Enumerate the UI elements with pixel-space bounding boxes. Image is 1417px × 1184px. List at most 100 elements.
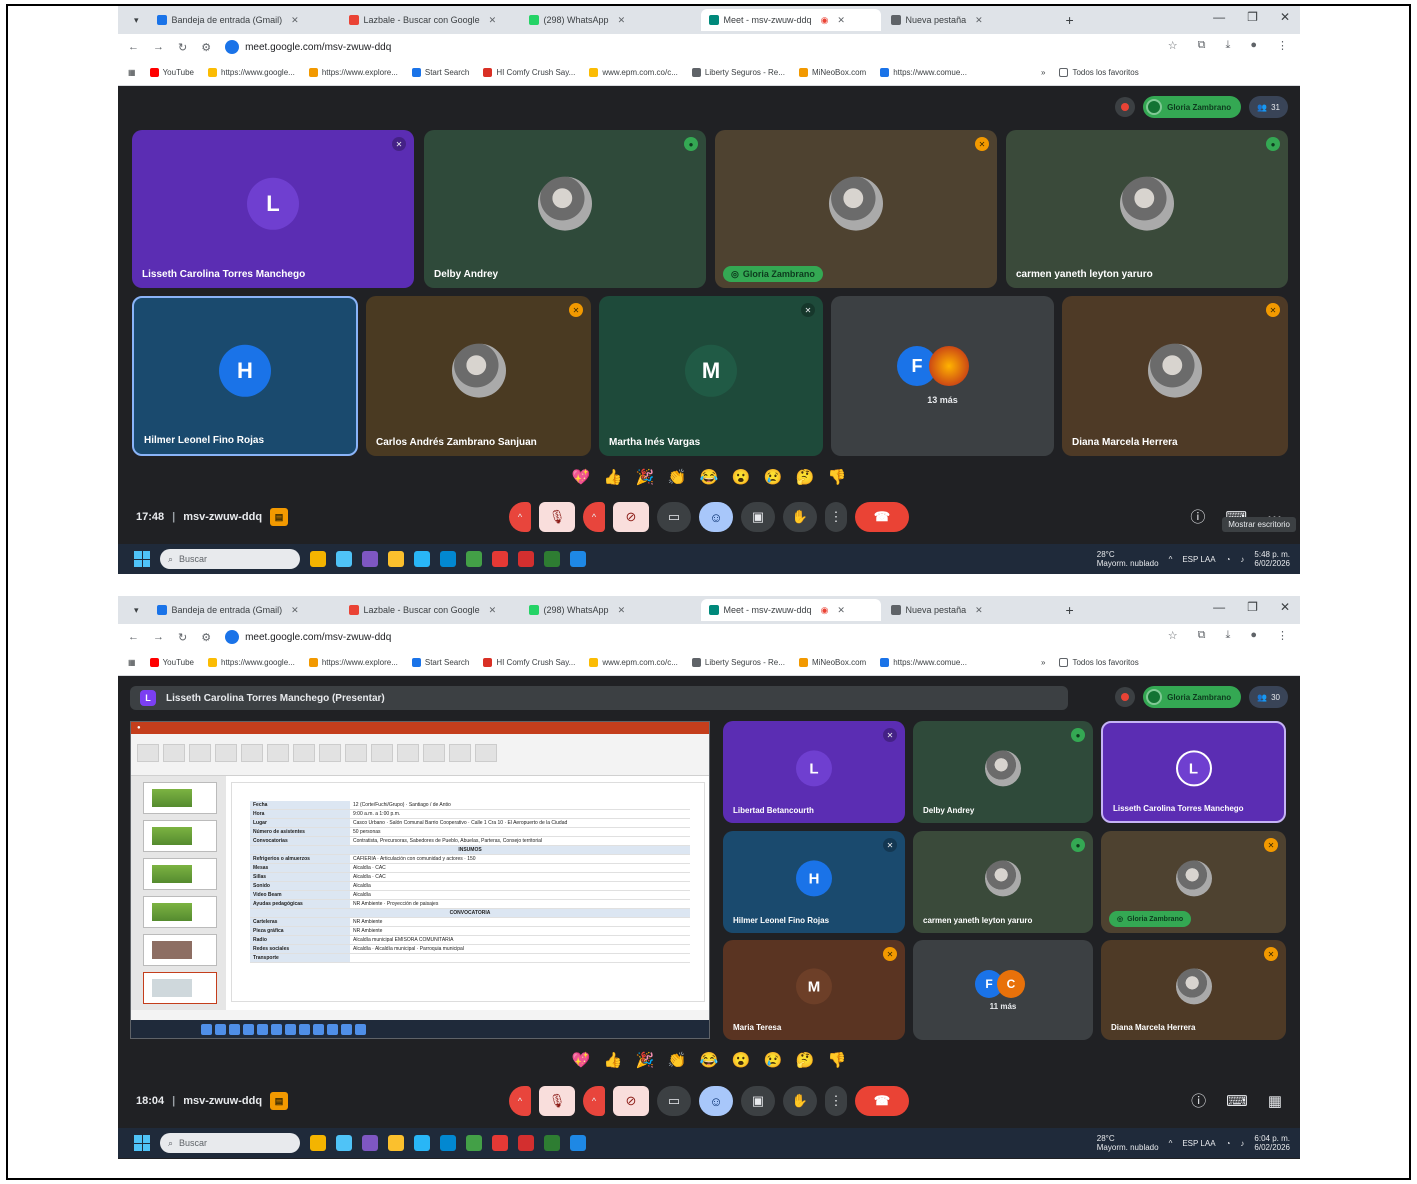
minimize-icon[interactable]: — <box>1213 10 1225 24</box>
minimize-icon[interactable]: — <box>1213 600 1225 614</box>
app-icon[interactable] <box>570 1135 586 1151</box>
app-icon[interactable] <box>570 551 586 567</box>
windows-start-icon[interactable] <box>134 551 150 567</box>
new-tab-button[interactable]: + <box>1060 12 1080 28</box>
captions-button[interactable]: ▭ <box>657 1086 691 1116</box>
bookmark[interactable]: https://www.comue... <box>880 658 967 667</box>
presenter-pill[interactable]: Gloria Zambrano <box>1143 96 1242 118</box>
participant-tile[interactable]: H Hilmer Leonel Fino Rojas <box>132 296 358 456</box>
bookmark[interactable]: https://www.google... <box>208 658 295 667</box>
bookmarks-folder[interactable]: Todos los favoritos <box>1059 658 1139 667</box>
leave-call-button[interactable]: ☎ <box>855 1086 909 1116</box>
clock[interactable]: 6:04 p. m. 6/02/2026 <box>1254 1134 1290 1152</box>
windows-start-icon[interactable] <box>134 1135 150 1151</box>
bookmark[interactable]: Liberty Seguros - Re... <box>691 68 785 77</box>
participant-tile[interactable]: ● carmen yaneth leyton yaruro <box>1006 130 1288 288</box>
bookmark[interactable]: HI Comfy Crush Say... <box>483 658 575 667</box>
app-icon[interactable] <box>414 1135 430 1151</box>
close-icon[interactable]: ✕ <box>837 15 845 26</box>
participant-tile[interactable]: ● Delby Andrey <box>913 721 1093 823</box>
bookmark[interactable]: www.epm.com.co/c... <box>589 68 678 77</box>
weather-widget[interactable]: 28°C Mayorm. nublado <box>1097 550 1159 568</box>
site-info-icon[interactable]: ⚙ <box>201 631 211 644</box>
maximize-icon[interactable]: ❐ <box>1247 10 1258 24</box>
app-icon[interactable] <box>336 1135 352 1151</box>
mic-options-button[interactable]: ^ <box>509 502 531 532</box>
edge-icon[interactable] <box>440 551 456 567</box>
close-icon[interactable]: ✕ <box>975 15 983 26</box>
bookmarks-more-icon[interactable]: » <box>1041 68 1045 77</box>
camera-options-button[interactable]: ^ <box>583 1086 605 1116</box>
slide-thumbnail[interactable] <box>143 858 217 890</box>
download-icon[interactable]: ⤓ <box>1225 39 1230 52</box>
bookmark[interactable]: HI Comfy Crush Say... <box>483 68 575 77</box>
tab-search-icon[interactable]: ▾ <box>126 599 147 621</box>
slide-thumbnail[interactable] <box>143 934 217 966</box>
people-button[interactable]: 👥 30 <box>1249 686 1288 708</box>
reaction-laugh-button[interactable]: 😂 <box>698 466 720 488</box>
new-tab-button[interactable]: + <box>1060 602 1080 618</box>
reaction-clap-button[interactable]: 👏 <box>666 466 688 488</box>
url-field[interactable]: meet.google.com/msv-zwuw-ddq <box>225 630 391 644</box>
reaction-surprised-button[interactable]: 😮 <box>730 466 752 488</box>
participant-tile[interactable]: ✕ ◎ Gloria Zambrano <box>1101 831 1286 933</box>
tab-meet[interactable]: Meet - msv-zwuw-ddq ◉ ✕ <box>700 599 881 621</box>
reaction-party-button[interactable]: 🎉 <box>634 466 656 488</box>
participant-tile[interactable]: ✕ Carlos Andrés Zambrano Sanjuan <box>366 296 591 456</box>
mic-toggle-button[interactable]: 🎙 <box>539 1086 575 1116</box>
raise-hand-button[interactable]: ✋ <box>783 502 817 532</box>
wifi-icon[interactable]: ◔ <box>1226 1139 1231 1148</box>
wifi-icon[interactable]: ◔ <box>1226 555 1231 564</box>
bookmark[interactable]: www.epm.com.co/c... <box>589 658 678 667</box>
chevron-up-icon[interactable]: ^ <box>1169 555 1173 564</box>
back-icon[interactable]: ← <box>128 41 139 53</box>
tab-google-search[interactable]: Lazbale - Buscar con Google ✕ <box>341 9 519 31</box>
reaction-clap-button[interactable]: 👏 <box>666 1049 688 1071</box>
close-window-icon[interactable]: ✕ <box>1280 10 1290 24</box>
present-button[interactable]: ▣ <box>741 1086 775 1116</box>
reaction-thinking-button[interactable]: 🤔 <box>794 466 816 488</box>
close-icon[interactable]: ✕ <box>291 605 299 616</box>
bookmark[interactable]: https://www.google... <box>208 68 295 77</box>
app-icon[interactable] <box>518 1135 534 1151</box>
language-indicator[interactable]: ESP LAA <box>1182 1139 1215 1148</box>
app-icon[interactable] <box>492 1135 508 1151</box>
slide-thumbnail[interactable] <box>143 972 217 1004</box>
star-icon[interactable]: ☆ <box>1168 39 1178 52</box>
participant-tile[interactable]: L Lisseth Carolina Torres Manchego <box>1101 721 1286 823</box>
reaction-thumbs-down-button[interactable]: 👎 <box>826 1049 848 1071</box>
app-icon[interactable] <box>544 551 560 567</box>
profile-icon[interactable]: ● <box>1250 629 1257 642</box>
reaction-heart-button[interactable]: 💖 <box>570 466 592 488</box>
raise-hand-button[interactable]: ✋ <box>783 1086 817 1116</box>
captions-icon[interactable]: ▤ <box>270 1092 289 1110</box>
reaction-heart-button[interactable]: 💖 <box>570 1049 592 1071</box>
bookmark[interactable]: Start Search <box>411 658 469 667</box>
close-icon[interactable]: ✕ <box>837 605 845 616</box>
file-explorer-icon[interactable] <box>388 1135 404 1151</box>
taskbar-search[interactable]: ⌕ Buscar <box>160 1133 300 1153</box>
reaction-thumbs-up-button[interactable]: 👍 <box>602 1049 624 1071</box>
tab-meet[interactable]: Meet - msv-zwuw-ddq ◉ ✕ <box>700 9 881 31</box>
apps-icon[interactable]: ▦ <box>128 658 136 667</box>
forward-icon[interactable]: → <box>153 41 164 53</box>
app-icon[interactable] <box>518 551 534 567</box>
chevron-up-icon[interactable]: ^ <box>1169 1139 1173 1148</box>
participant-tile[interactable]: ✕ Diana Marcela Herrera <box>1101 940 1286 1040</box>
others-tile[interactable]: F 13 más <box>831 296 1054 456</box>
slide-thumbnail[interactable] <box>143 820 217 852</box>
people-button[interactable]: 👥 31 <box>1249 96 1288 118</box>
tab-gmail[interactable]: Bandeja de entrada (Gmail) ✕ <box>149 9 339 31</box>
app-icon[interactable] <box>362 1135 378 1151</box>
reload-icon[interactable]: ↻ <box>178 631 187 644</box>
slide-thumbnail[interactable] <box>143 782 217 814</box>
more-options-button[interactable]: ⋮ <box>825 502 847 532</box>
forward-icon[interactable]: → <box>153 631 164 643</box>
maximize-icon[interactable]: ❐ <box>1247 600 1258 614</box>
bookmarks-folder[interactable]: Todos los favoritos <box>1059 68 1139 77</box>
tab-gmail[interactable]: Bandeja de entrada (Gmail) ✕ <box>149 599 339 621</box>
apps-icon[interactable]: ▦ <box>128 68 136 77</box>
taskbar-search[interactable]: ⌕ Buscar <box>160 549 300 569</box>
tab-whatsapp[interactable]: (298) WhatsApp ✕ <box>521 9 699 31</box>
site-info-icon[interactable]: ⚙ <box>201 41 211 54</box>
